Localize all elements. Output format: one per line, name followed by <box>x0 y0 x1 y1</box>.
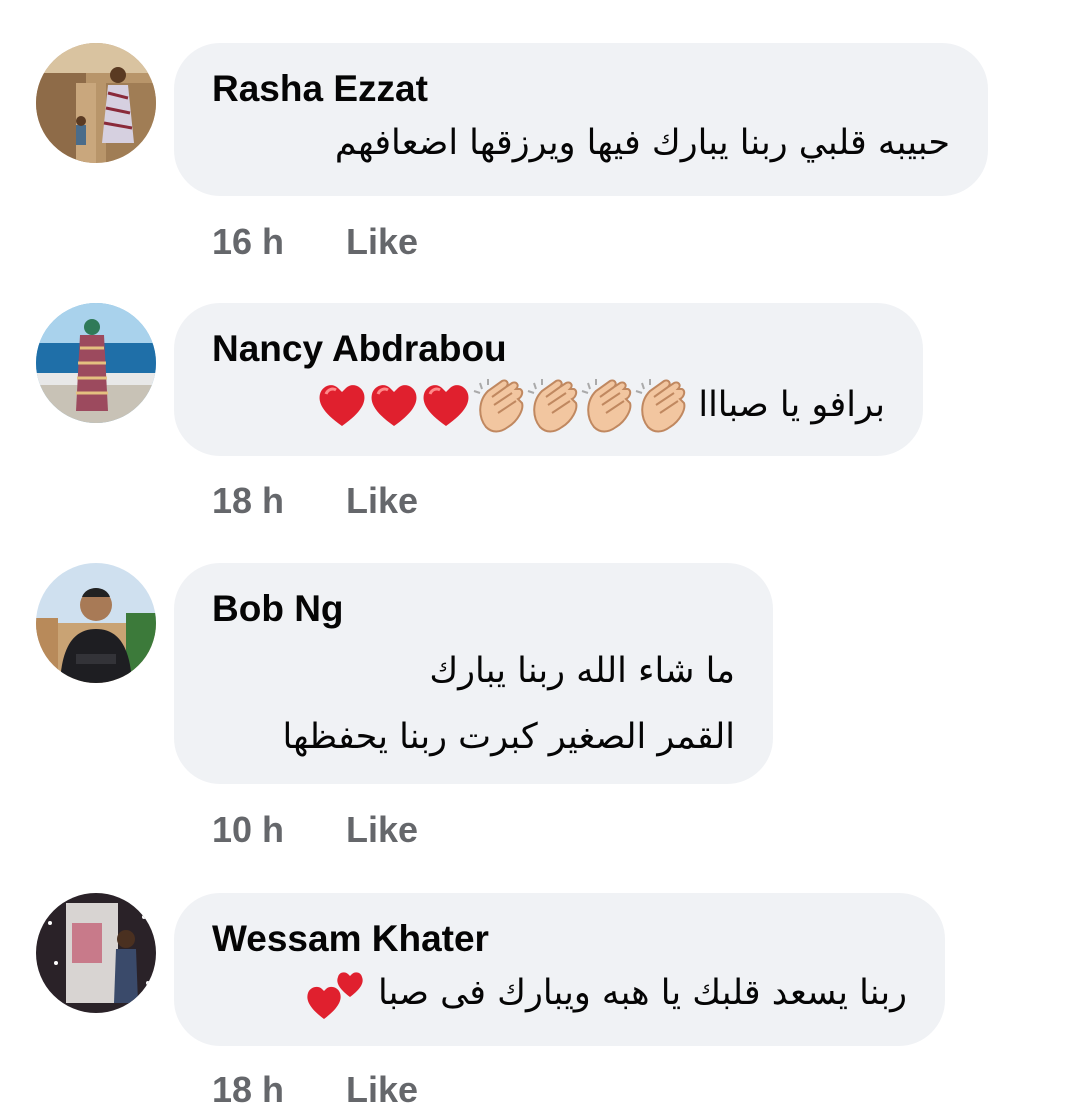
comment-meta: 18 h Like <box>212 479 418 523</box>
comment-author[interactable]: Rasha Ezzat <box>212 67 950 111</box>
comment-text: ربنا يسعد قلبك يا هبه ويبارك فى صبا <box>378 973 907 1013</box>
comment-text-line: ما شاء الله ربنا يبارك <box>429 651 735 691</box>
avatar[interactable] <box>36 43 156 163</box>
comment-bubble: Nancy Abdrabou برافو يا صبااا <box>174 303 923 456</box>
comment-text: برافو يا صبااا <box>698 385 885 425</box>
like-button[interactable]: Like <box>346 1068 418 1112</box>
comment-author[interactable]: Wessam Khater <box>212 917 907 961</box>
clapping-hands-icon <box>474 379 524 433</box>
comment-meta: 18 h Like <box>212 1068 418 1112</box>
clapping-hands-icon <box>582 379 632 433</box>
comment-meta: 10 h Like <box>212 808 418 852</box>
comment-text-row: برافو يا صبااا <box>212 375 885 435</box>
comment-bubble: Bob Ng ما شاء الله ربنا يبارك القمر الصغ… <box>174 563 773 784</box>
comment-author[interactable]: Nancy Abdrabou <box>212 327 885 371</box>
comment-author[interactable]: Bob Ng <box>212 587 735 631</box>
comment-text-row: ربنا يسعد قلبك يا هبه ويبارك فى صبا <box>212 963 907 1023</box>
avatar[interactable] <box>36 893 156 1013</box>
two-hearts-icon <box>307 972 363 1019</box>
red-heart-icon <box>423 385 469 426</box>
clapping-hands-icon <box>636 379 686 433</box>
like-button[interactable]: Like <box>346 220 418 264</box>
comment-timestamp[interactable]: 18 h <box>212 1068 284 1112</box>
red-heart-icon <box>371 385 417 426</box>
comment-meta: 16 h Like <box>212 220 418 264</box>
clapping-hands-icon <box>528 379 578 433</box>
like-button[interactable]: Like <box>346 479 418 523</box>
comment-text-line: القمر الصغير كبرت ربنا يحفظها <box>282 717 735 757</box>
comment-timestamp[interactable]: 18 h <box>212 479 284 523</box>
avatar[interactable] <box>36 303 156 423</box>
comment-timestamp[interactable]: 10 h <box>212 808 284 852</box>
red-heart-icon <box>319 385 365 426</box>
comment-bubble: Wessam Khater ربنا يسعد قلبك يا هبه ويبا… <box>174 893 945 1046</box>
avatar[interactable] <box>36 563 156 683</box>
like-button[interactable]: Like <box>346 808 418 852</box>
comment-timestamp[interactable]: 16 h <box>212 220 284 264</box>
comment-text: حبيبه قلبي ربنا يبارك فيها ويرزقها اضعاف… <box>334 123 950 163</box>
comment-bubble: Rasha Ezzat حبيبه قلبي ربنا يبارك فيها و… <box>174 43 988 196</box>
